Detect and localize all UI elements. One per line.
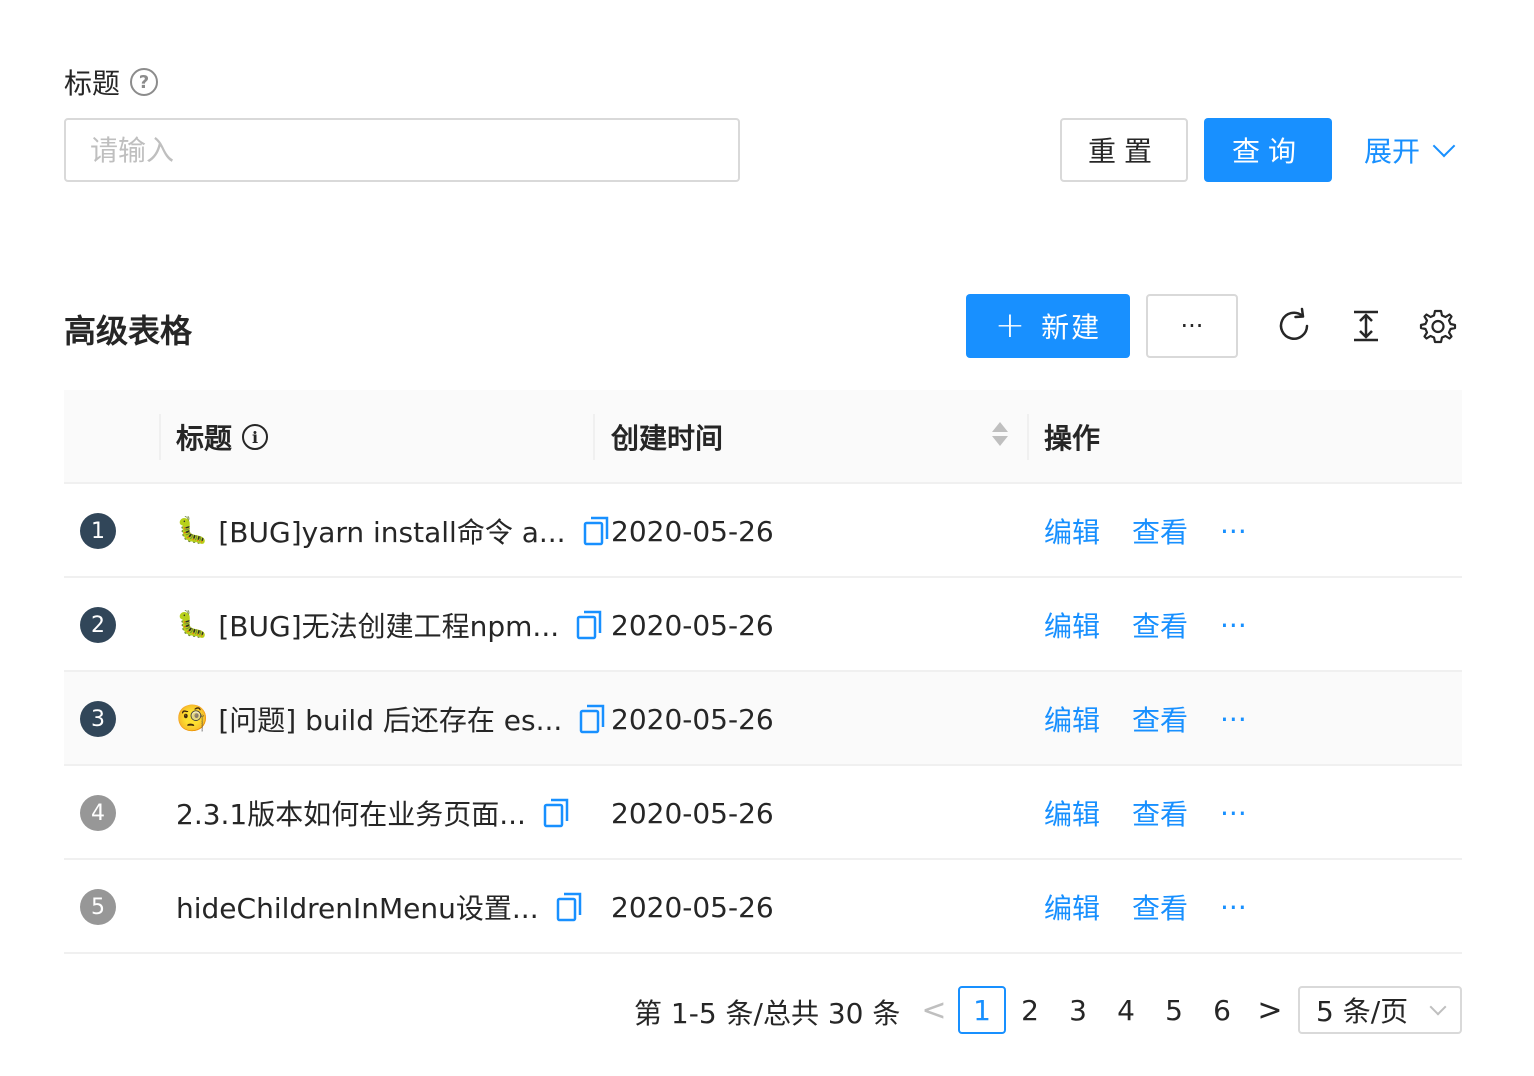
table-title: 高级表格 xyxy=(64,312,193,350)
column-header-created[interactable]: 创建时间 xyxy=(611,390,723,484)
page-size-value: 5 条/页 xyxy=(1316,995,1409,1028)
row-index-badge: 1 xyxy=(80,513,116,549)
row-title-cell: 2.3.1版本如何在业务页面... xyxy=(176,766,570,860)
column-header-ops: 操作 xyxy=(1044,390,1100,484)
copy-icon[interactable] xyxy=(578,703,606,735)
row-more-icon[interactable]: ··· xyxy=(1220,515,1247,548)
edit-link[interactable]: 编辑 xyxy=(1044,511,1100,551)
row-ops-cell: 编辑 查看 ··· xyxy=(1044,860,1247,954)
sort-caret-icon[interactable] xyxy=(992,422,1008,446)
thinking-emoji-icon: 🧐 xyxy=(176,704,209,734)
edit-link[interactable]: 编辑 xyxy=(1044,793,1100,833)
page-size-select[interactable]: 5 条/页 xyxy=(1298,986,1462,1034)
row-date-cell: 2020-05-26 xyxy=(611,514,774,548)
plus-icon: + xyxy=(994,305,1028,346)
view-link[interactable]: 查看 xyxy=(1132,511,1188,551)
column-height-icon[interactable] xyxy=(1346,306,1386,346)
copy-icon[interactable] xyxy=(582,515,610,547)
row-date-cell: 2020-05-26 xyxy=(611,702,774,736)
row-title-cell: hideChildrenInMenu设置... xyxy=(176,860,583,954)
row-more-icon[interactable]: ··· xyxy=(1220,703,1247,736)
page-item-5[interactable]: 5 xyxy=(1150,986,1198,1034)
caret-up-icon xyxy=(992,422,1008,432)
chevron-down-icon xyxy=(1429,998,1447,1016)
table-row: 5 hideChildrenInMenu设置... 2020-05-26 编辑 … xyxy=(64,860,1462,954)
row-index-badge: 5 xyxy=(80,889,116,925)
edit-link[interactable]: 编辑 xyxy=(1044,699,1100,739)
title-filter-label: 标题 ? xyxy=(64,62,159,102)
row-title-text: [BUG]无法创建工程npm... xyxy=(218,610,560,643)
column-header-title: 标题 i xyxy=(176,390,269,484)
row-date-cell: 2020-05-26 xyxy=(611,608,774,642)
chevron-down-icon xyxy=(1432,134,1456,158)
page-item-3[interactable]: 3 xyxy=(1054,986,1102,1034)
new-button-label: 新建 xyxy=(1041,311,1102,344)
row-index-badge: 2 xyxy=(80,607,116,643)
page-item-1[interactable]: 1 xyxy=(958,986,1006,1034)
row-title-text: [BUG]yarn install命令 a... xyxy=(218,516,566,549)
question-circle-icon[interactable]: ? xyxy=(130,68,159,96)
info-circle-icon[interactable]: i xyxy=(242,424,269,450)
row-title-cell: 🐛 [BUG]无法创建工程npm... xyxy=(176,578,603,672)
row-title-text: [问题] build 后还存在 es... xyxy=(218,704,563,737)
copy-icon[interactable] xyxy=(555,891,583,923)
row-title-text: hideChildrenInMenu设置... xyxy=(176,892,539,925)
row-ops-cell: 编辑 查看 ··· xyxy=(1044,766,1247,860)
column-header-title-text: 标题 xyxy=(176,422,233,455)
expand-toggle[interactable]: 展开 xyxy=(1364,130,1456,170)
copy-icon[interactable] xyxy=(575,609,603,641)
row-ops-cell: 编辑 查看 ··· xyxy=(1044,484,1247,578)
more-actions-button[interactable]: ··· xyxy=(1146,294,1238,358)
row-title-text: 2.3.1版本如何在业务页面... xyxy=(176,798,526,831)
new-button[interactable]: + 新建 xyxy=(966,294,1130,358)
reload-icon[interactable] xyxy=(1274,306,1314,346)
table-row: 2 🐛 [BUG]无法创建工程npm... 2020-05-26 编辑 查看 ·… xyxy=(64,578,1462,672)
prev-page-button[interactable]: < xyxy=(910,986,958,1034)
row-more-icon[interactable]: ··· xyxy=(1220,891,1247,924)
table-row: 4 2.3.1版本如何在业务页面... 2020-05-26 编辑 查看 ··· xyxy=(64,766,1462,860)
pagination-total: 第 1-5 条/总共 30 条 xyxy=(634,997,901,1030)
row-date-cell: 2020-05-26 xyxy=(611,890,774,924)
caret-down-icon xyxy=(992,436,1008,446)
expand-label: 展开 xyxy=(1364,135,1421,168)
column-header-created-text: 创建时间 xyxy=(611,422,724,455)
setting-gear-icon[interactable] xyxy=(1418,306,1458,346)
row-index-badge: 3 xyxy=(80,701,116,737)
row-ops-cell: 编辑 查看 ··· xyxy=(1044,672,1247,766)
row-more-icon[interactable]: ··· xyxy=(1220,797,1247,830)
row-title-cell: 🐛 [BUG]yarn install命令 a... xyxy=(176,484,610,578)
reset-button[interactable]: 重置 xyxy=(1060,118,1188,182)
table-row: 3 🧐 [问题] build 后还存在 es... 2020-05-26 编辑 … xyxy=(64,672,1462,766)
bug-emoji-icon: 🐛 xyxy=(176,516,209,546)
view-link[interactable]: 查看 xyxy=(1132,793,1188,833)
column-header-ops-text: 操作 xyxy=(1044,422,1101,455)
row-ops-cell: 编辑 查看 ··· xyxy=(1044,578,1247,672)
row-title-cell: 🧐 [问题] build 后还存在 es... xyxy=(176,672,606,766)
next-page-button[interactable]: > xyxy=(1246,986,1294,1034)
row-more-icon[interactable]: ··· xyxy=(1220,609,1247,642)
edit-link[interactable]: 编辑 xyxy=(1044,887,1100,927)
page-item-6[interactable]: 6 xyxy=(1198,986,1246,1034)
row-date-cell: 2020-05-26 xyxy=(611,796,774,830)
column-separator xyxy=(159,414,161,460)
view-link[interactable]: 查看 xyxy=(1132,887,1188,927)
title-filter-label-text: 标题 xyxy=(64,67,121,100)
copy-icon[interactable] xyxy=(542,797,570,829)
data-table: 标题 i 创建时间 操作 1 🐛 [BUG]yarn install命令 a..… xyxy=(64,390,1462,954)
view-link[interactable]: 查看 xyxy=(1132,699,1188,739)
edit-link[interactable]: 编辑 xyxy=(1044,605,1100,645)
view-link[interactable]: 查看 xyxy=(1132,605,1188,645)
row-index-badge: 4 xyxy=(80,795,116,831)
column-separator xyxy=(593,414,595,460)
table-row: 1 🐛 [BUG]yarn install命令 a... 2020-05-26 … xyxy=(64,484,1462,578)
query-button[interactable]: 查询 xyxy=(1204,118,1332,182)
bug-emoji-icon: 🐛 xyxy=(176,610,209,640)
title-search-input[interactable] xyxy=(64,118,740,182)
page-item-2[interactable]: 2 xyxy=(1006,986,1054,1034)
column-separator xyxy=(1027,414,1029,460)
table-header: 标题 i 创建时间 操作 xyxy=(64,390,1462,484)
page-item-4[interactable]: 4 xyxy=(1102,986,1150,1034)
